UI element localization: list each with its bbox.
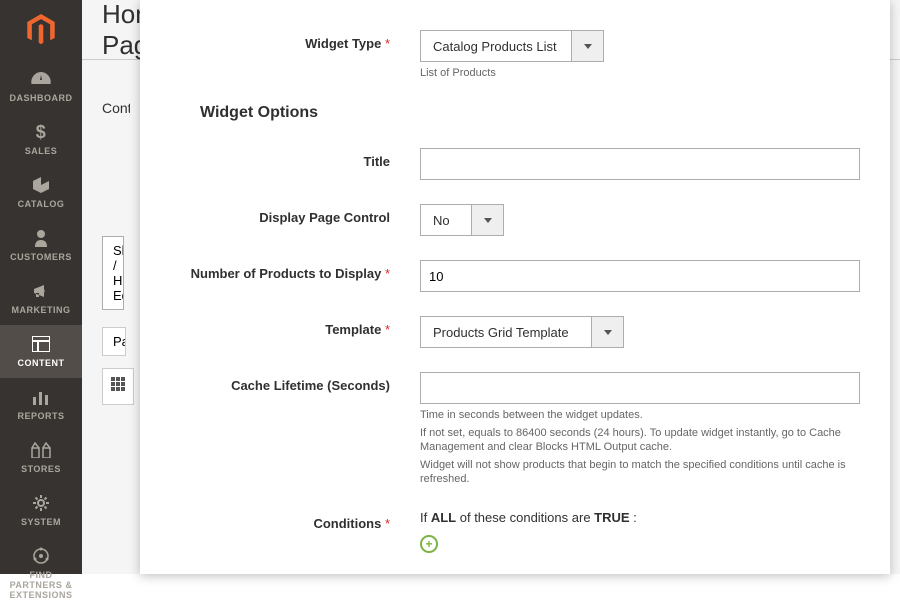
person-icon: [31, 229, 51, 247]
template-select[interactable]: Products Grid Template: [420, 316, 624, 348]
nav-label: FIND PARTNERS & EXTENSIONS: [4, 570, 78, 600]
magento-logo[interactable]: [0, 0, 82, 60]
editor-paragraph-tab[interactable]: Paragraph: [102, 327, 126, 356]
partners-icon: [31, 547, 51, 565]
cache-label: Cache Lifetime (Seconds): [170, 372, 420, 393]
conditions-true[interactable]: TRUE: [594, 510, 629, 525]
page-title: Home Page: [102, 0, 142, 61]
widget-options-heading: Widget Options: [200, 104, 860, 122]
nav-label: CONTENT: [18, 358, 65, 368]
widget-options-panel: Widget Type Catalog Products List List o…: [140, 0, 890, 574]
widget-type-hint: List of Products: [420, 66, 860, 80]
dashboard-icon: [31, 70, 51, 88]
cache-hint-1: Time in seconds between the widget updat…: [420, 408, 860, 422]
dollar-icon: $: [31, 123, 51, 141]
sidebar-item-dashboard[interactable]: DASHBOARD: [0, 60, 82, 113]
nav-label: DASHBOARD: [10, 93, 73, 103]
num-products-input[interactable]: [420, 260, 860, 292]
nav-label: SYSTEM: [21, 517, 61, 527]
sidebar-item-customers[interactable]: CUSTOMERS: [0, 219, 82, 272]
cache-hint-2: If not set, equals to 86400 seconds (24 …: [420, 426, 860, 454]
cache-hint-3: Widget will not show products that begin…: [420, 458, 860, 486]
editor-grid-button[interactable]: [102, 368, 134, 405]
num-products-label: Number of Products to Display: [170, 260, 420, 281]
cache-row: Cache Lifetime (Seconds) Time in seconds…: [170, 372, 860, 486]
conditions-label: Conditions: [170, 510, 420, 531]
sidebar-item-system[interactable]: SYSTEM: [0, 484, 82, 537]
widget-type-value: Catalog Products List: [421, 31, 571, 61]
show-hide-editor-button[interactable]: Show / Hide Editor: [102, 236, 124, 310]
cache-input[interactable]: [420, 372, 860, 404]
display-page-control-label: Display Page Control: [170, 204, 420, 225]
conditions-all[interactable]: ALL: [431, 510, 456, 525]
stores-icon: [31, 441, 51, 459]
title-row: Title: [170, 148, 860, 180]
svg-text:$: $: [36, 123, 47, 141]
title-input[interactable]: [420, 148, 860, 180]
nav-label: REPORTS: [17, 411, 64, 421]
megaphone-icon: [31, 282, 51, 300]
title-label: Title: [170, 148, 420, 169]
template-label: Template: [170, 316, 420, 337]
num-products-row: Number of Products to Display: [170, 260, 860, 292]
sidebar-item-stores[interactable]: STORES: [0, 431, 82, 484]
gear-icon: [31, 494, 51, 512]
chevron-down-icon: [591, 317, 623, 347]
sidebar-item-reports[interactable]: REPORTS: [0, 378, 82, 431]
display-page-control-select[interactable]: No: [420, 204, 504, 236]
layout-icon: [31, 335, 51, 353]
sidebar-item-sales[interactable]: $ SALES: [0, 113, 82, 166]
template-row: Template Products Grid Template: [170, 316, 860, 348]
conditions-text: If ALL of these conditions are TRUE :: [420, 510, 860, 525]
box-icon: [31, 176, 51, 194]
display-page-control-value: No: [421, 205, 471, 235]
bars-icon: [31, 388, 51, 406]
widget-type-select[interactable]: Catalog Products List: [420, 30, 604, 62]
admin-sidebar: DASHBOARD $ SALES CATALOG CUSTOMERS MARK…: [0, 0, 82, 574]
nav-label: STORES: [21, 464, 61, 474]
widget-type-label: Widget Type: [170, 30, 420, 51]
nav-label: SALES: [25, 146, 58, 156]
template-value: Products Grid Template: [421, 317, 591, 347]
display-page-control-row: Display Page Control No: [170, 204, 860, 236]
add-condition-button[interactable]: +: [420, 535, 438, 553]
sidebar-item-catalog[interactable]: CATALOG: [0, 166, 82, 219]
content-section-label: Content: [102, 100, 130, 116]
nav-label: CUSTOMERS: [10, 252, 72, 262]
sidebar-item-content[interactable]: CONTENT: [0, 325, 82, 378]
nav-label: CATALOG: [18, 199, 65, 209]
sidebar-item-marketing[interactable]: MARKETING: [0, 272, 82, 325]
widget-type-row: Widget Type Catalog Products List List o…: [170, 30, 860, 80]
nav-label: MARKETING: [12, 305, 71, 315]
chevron-down-icon: [571, 31, 603, 61]
conditions-row: Conditions If ALL of these conditions ar…: [170, 510, 860, 553]
chevron-down-icon: [471, 205, 503, 235]
